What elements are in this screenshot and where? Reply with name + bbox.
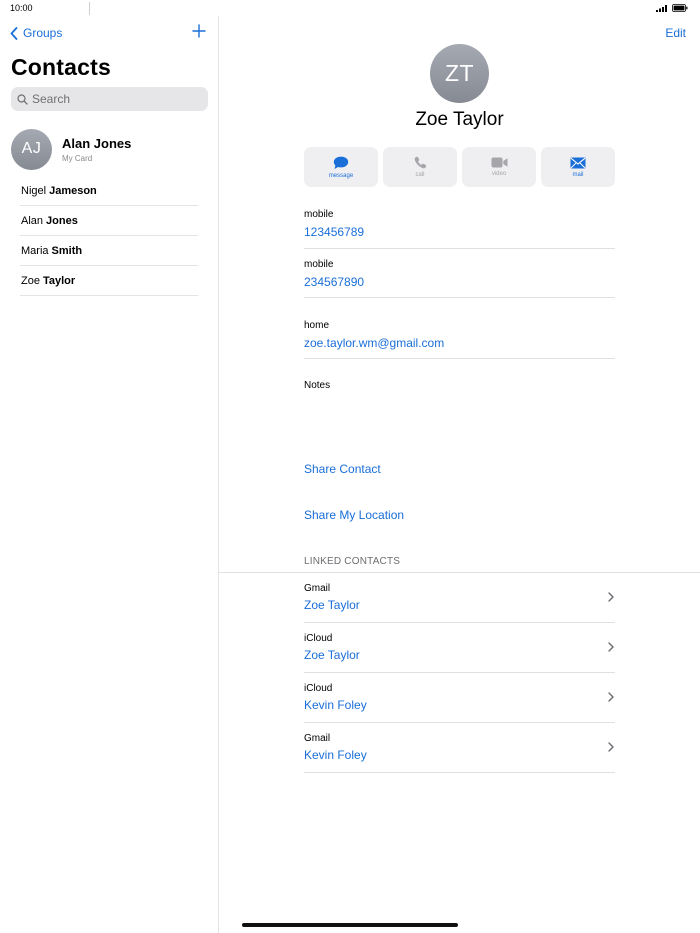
contact-first-name: Nigel xyxy=(21,184,47,197)
contact-list-item[interactable]: Maria Smith xyxy=(20,236,198,266)
search-icon xyxy=(17,93,28,105)
status-time: 10:00 xyxy=(10,3,33,13)
groups-back-label: Groups xyxy=(23,26,63,40)
phone-field: mobile 234567890 xyxy=(304,259,615,298)
action-label: mail xyxy=(572,171,584,178)
video-icon xyxy=(491,157,507,168)
contact-first-name: Alan xyxy=(21,214,44,227)
contact-last-name: Smith xyxy=(51,244,83,257)
contact-list: Nigel Jameson Alan Jones Maria Smith Zoe… xyxy=(20,176,198,296)
my-card-name: Alan Jones xyxy=(62,135,132,151)
call-button[interactable]: call xyxy=(383,147,457,187)
field-label: mobile xyxy=(304,259,334,270)
action-label: video xyxy=(491,171,507,177)
share-contact-button[interactable]: Share Contact xyxy=(304,462,381,476)
status-divider xyxy=(89,2,90,15)
phone-field: mobile 123456789 xyxy=(304,209,615,249)
message-button[interactable]: message xyxy=(304,147,378,187)
contact-list-item[interactable]: Nigel Jameson xyxy=(20,176,198,206)
contact-last-name: Jones xyxy=(46,214,78,227)
chevron-right-icon xyxy=(608,692,614,702)
chevron-right-icon xyxy=(608,742,614,752)
linked-contacts-header: LINKED CONTACTS xyxy=(304,556,401,567)
contact-first-name: Maria xyxy=(21,244,49,257)
my-card-text: Alan Jones My Card xyxy=(62,136,131,163)
field-label: mobile xyxy=(304,209,334,220)
home-indicator[interactable] xyxy=(242,923,458,927)
add-contact-button[interactable] xyxy=(192,24,206,43)
contact-list-item[interactable]: Zoe Taylor xyxy=(20,266,198,296)
contact-name: Zoe Taylor xyxy=(415,109,504,130)
email-link[interactable]: zoe.taylor.wm@gmail.com xyxy=(304,336,615,350)
linked-contact-source: Gmail xyxy=(304,583,331,594)
linked-contact-name: Zoe Taylor xyxy=(304,648,360,662)
search-bar[interactable] xyxy=(11,87,208,111)
linked-contact-name: Kevin Foley xyxy=(304,748,367,762)
signal-icon xyxy=(656,4,667,12)
notes-label: Notes xyxy=(304,380,331,391)
my-card[interactable]: AJ Alan Jones My Card xyxy=(11,128,208,170)
field-label: home xyxy=(304,320,330,331)
video-button[interactable]: video xyxy=(462,147,536,187)
avatar: ZT xyxy=(430,44,489,103)
edit-button[interactable]: Edit xyxy=(665,26,686,40)
contact-first-name: Zoe xyxy=(21,274,40,287)
phone-number-link[interactable]: 123456789 xyxy=(304,225,615,239)
contacts-sidebar: Groups Contacts AJ Alan Jones My Card Ni… xyxy=(0,16,219,933)
linked-contact-row[interactable]: iCloud Zoe Taylor xyxy=(304,623,615,673)
chevron-right-icon xyxy=(608,642,614,652)
plus-icon xyxy=(192,24,206,38)
phone-number-link[interactable]: 234567890 xyxy=(304,275,615,289)
mail-button[interactable]: mail xyxy=(541,147,615,187)
linked-contact-row[interactable]: Gmail Kevin Foley xyxy=(304,723,615,773)
my-card-subtitle: My Card xyxy=(62,153,93,163)
status-icons xyxy=(656,4,688,12)
linked-contact-source: iCloud xyxy=(304,633,333,644)
linked-contact-name: Kevin Foley xyxy=(304,698,367,712)
email-field: home zoe.taylor.wm@gmail.com xyxy=(304,320,615,359)
share-location-button[interactable]: Share My Location xyxy=(304,508,404,522)
status-bar: 10:00 xyxy=(0,0,700,16)
linked-contact-row[interactable]: iCloud Kevin Foley xyxy=(304,673,615,723)
linked-contact-source: iCloud xyxy=(304,683,333,694)
search-input[interactable] xyxy=(32,92,202,106)
action-buttons: message call video mail xyxy=(304,147,615,187)
message-icon xyxy=(333,156,349,169)
action-label: call xyxy=(415,172,425,178)
linked-contact-name: Zoe Taylor xyxy=(304,598,360,612)
contact-last-name: Jameson xyxy=(49,184,97,197)
page-title: Contacts xyxy=(11,54,112,80)
action-label: message xyxy=(328,172,354,179)
chevron-left-icon xyxy=(10,26,18,40)
contact-list-item[interactable]: Alan Jones xyxy=(20,206,198,236)
phone-icon xyxy=(414,156,426,169)
linked-contact-row[interactable]: Gmail Zoe Taylor xyxy=(304,573,615,623)
groups-back-button[interactable]: Groups xyxy=(10,26,62,40)
avatar: AJ xyxy=(11,128,52,170)
mail-icon xyxy=(570,157,586,168)
chevron-right-icon xyxy=(608,592,614,602)
contact-last-name: Taylor xyxy=(42,274,76,287)
notes-area[interactable] xyxy=(304,396,615,436)
contact-detail: Edit ZT Zoe Taylor message call video ma… xyxy=(219,16,700,933)
linked-contact-source: Gmail xyxy=(304,733,331,744)
battery-icon xyxy=(672,4,688,12)
